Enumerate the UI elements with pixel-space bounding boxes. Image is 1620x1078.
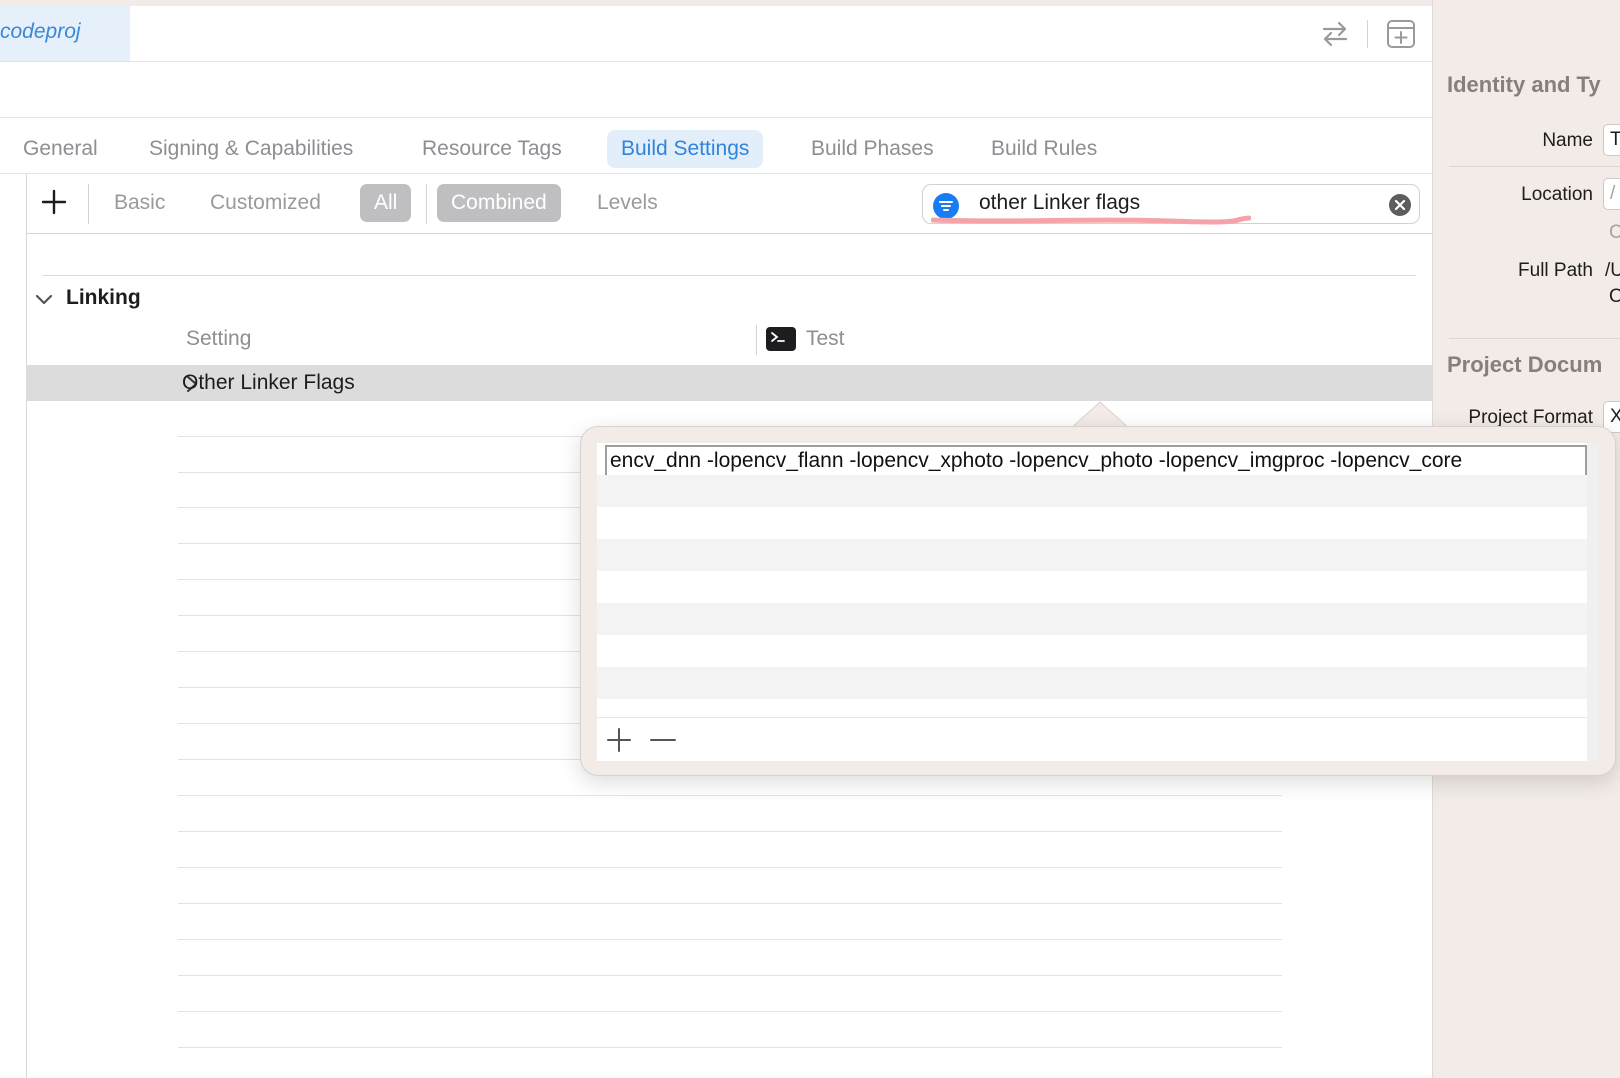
project-editor-tabs: General Signing & Capabilities Resource … bbox=[0, 118, 1432, 174]
filter-divider bbox=[426, 184, 427, 224]
annotation-underline bbox=[931, 215, 1251, 225]
filter-divider bbox=[88, 184, 89, 224]
filter-basic[interactable]: Basic bbox=[100, 184, 179, 222]
row-separator bbox=[178, 903, 1282, 904]
location-label: Location bbox=[1521, 184, 1593, 205]
column-divider bbox=[756, 325, 757, 355]
add-setting-button[interactable] bbox=[38, 186, 70, 218]
row-separator bbox=[178, 1047, 1282, 1048]
list-item[interactable] bbox=[597, 507, 1599, 539]
add-editor-icon[interactable] bbox=[1386, 20, 1416, 48]
editor-tab-bar: codeproj bbox=[0, 6, 1432, 62]
settings-search-field[interactable]: other Linker flags bbox=[922, 184, 1420, 225]
clear-search-icon[interactable] bbox=[1389, 194, 1411, 216]
filter-levels[interactable]: Levels bbox=[583, 184, 672, 222]
filter-combined[interactable]: Combined bbox=[437, 184, 561, 222]
row-separator bbox=[178, 1011, 1282, 1012]
row-separator bbox=[178, 795, 1282, 796]
chevron-down-icon[interactable] bbox=[34, 290, 54, 310]
column-header-setting: Setting bbox=[186, 327, 252, 350]
search-input[interactable]: other Linker flags bbox=[979, 191, 1140, 215]
list-item[interactable] bbox=[597, 635, 1599, 667]
identity-header: Identity and Ty bbox=[1447, 72, 1601, 97]
list-item[interactable] bbox=[597, 539, 1599, 571]
flag-value-field[interactable]: encv_dnn -lopencv_flann -lopencv_xphoto … bbox=[605, 445, 1587, 477]
inspector-divider bbox=[1449, 166, 1620, 167]
setting-row-other-linker-flags[interactable]: Other Linker Flags bbox=[26, 365, 1432, 401]
column-header-target: Test bbox=[806, 327, 845, 350]
popover-arrow bbox=[1070, 401, 1130, 429]
row-separator bbox=[178, 867, 1282, 868]
remove-flag-button[interactable] bbox=[649, 726, 677, 754]
build-settings-filter-bar: Basic Customized All Combined Levels oth… bbox=[26, 174, 1432, 234]
section-divider bbox=[42, 275, 1416, 276]
location-popup[interactable]: / bbox=[1603, 178, 1620, 210]
filter-all[interactable]: All bbox=[360, 184, 412, 222]
row-separator bbox=[178, 831, 1282, 832]
setting-row-label: Other Linker Flags bbox=[182, 371, 355, 394]
name-field[interactable]: T bbox=[1603, 124, 1620, 156]
list-item[interactable] bbox=[597, 571, 1599, 603]
name-label: Name bbox=[1542, 130, 1593, 151]
editor-left-border bbox=[26, 174, 27, 1078]
tab-build-phases[interactable]: Build Phases bbox=[797, 130, 948, 168]
project-document-header: Project Docum bbox=[1447, 352, 1603, 377]
scrollbar[interactable] bbox=[1587, 443, 1599, 761]
list-item[interactable] bbox=[597, 603, 1599, 635]
list-item[interactable] bbox=[597, 667, 1599, 699]
row-separator bbox=[178, 939, 1282, 940]
list-item[interactable]: encv_dnn -lopencv_flann -lopencv_xphoto … bbox=[597, 443, 1599, 477]
full-path-value-cont: O bbox=[1609, 286, 1620, 307]
toolbar-divider bbox=[1367, 20, 1368, 48]
inspector-divider bbox=[1449, 338, 1620, 339]
flags-list: encv_dnn -lopencv_flann -lopencv_xphoto … bbox=[597, 443, 1599, 717]
filter-customized[interactable]: Customized bbox=[196, 184, 335, 222]
row-separator bbox=[178, 975, 1282, 976]
add-flag-button[interactable] bbox=[605, 726, 633, 754]
section-title-linking[interactable]: Linking bbox=[66, 286, 141, 310]
tab-general[interactable]: General bbox=[9, 130, 112, 168]
tab-build-rules[interactable]: Build Rules bbox=[977, 130, 1111, 168]
jump-bar bbox=[0, 62, 1432, 118]
full-path-label: Full Path bbox=[1518, 260, 1593, 281]
terminal-target-icon bbox=[766, 327, 796, 351]
tab-signing-capabilities[interactable]: Signing & Capabilities bbox=[135, 130, 367, 168]
file-tab-label: codeproj bbox=[0, 20, 81, 43]
full-path-value: /U bbox=[1605, 260, 1620, 281]
list-controls bbox=[597, 717, 1599, 761]
list-item[interactable] bbox=[597, 475, 1599, 507]
tab-build-settings[interactable]: Build Settings bbox=[607, 130, 764, 168]
swap-arrows-icon[interactable] bbox=[1320, 20, 1350, 48]
linker-flags-popover: encv_dnn -lopencv_flann -lopencv_xphoto … bbox=[580, 426, 1616, 776]
file-tab[interactable]: codeproj bbox=[0, 6, 130, 61]
tab-resource-tags[interactable]: Resource Tags bbox=[408, 130, 576, 168]
location-subtext: C bbox=[1609, 222, 1620, 243]
